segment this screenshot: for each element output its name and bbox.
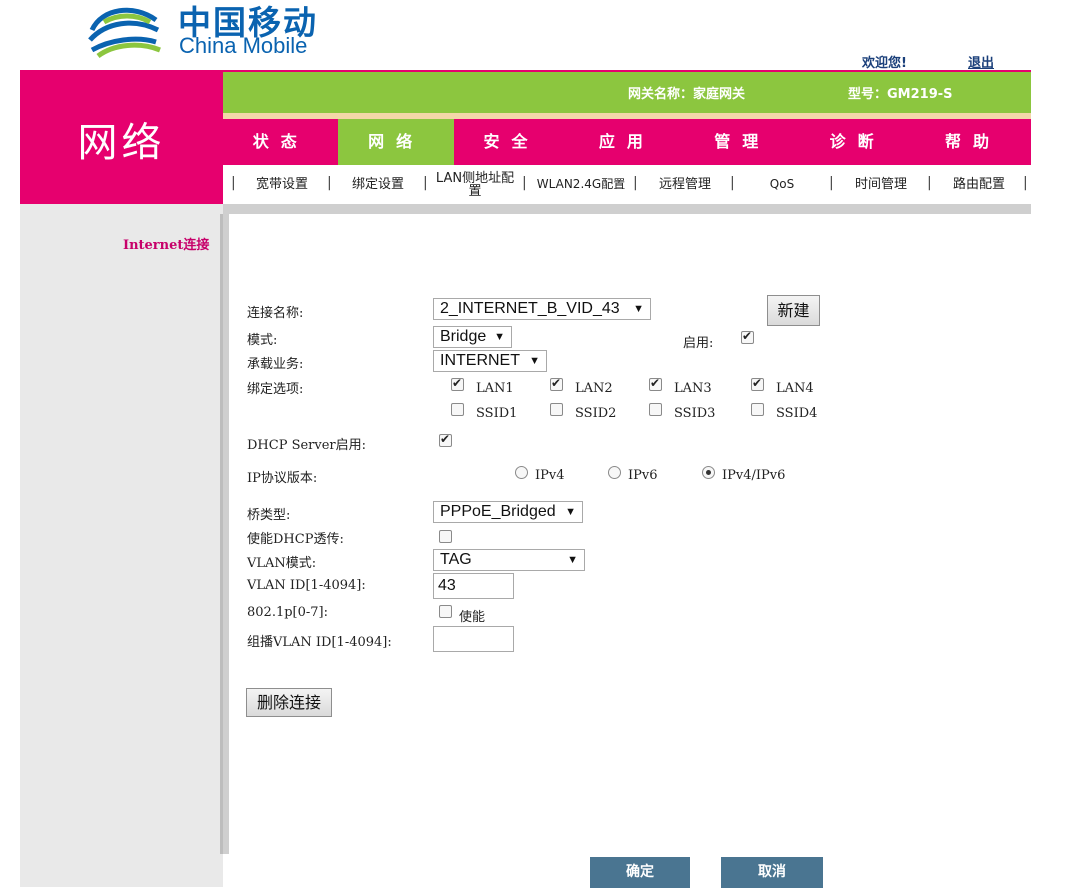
p8021-checkbox[interactable] [439,605,452,618]
subnav-remote[interactable]: 远程管理 [645,165,725,204]
bind-lan2-checkbox[interactable] [550,376,563,391]
service-select[interactable]: INTERNET ▼ [433,350,547,372]
mode-select[interactable]: Bridge ▼ [433,326,512,348]
sub-nav-separator: | [522,175,527,191]
tab-help[interactable]: 帮助 [915,119,1030,165]
bind-ssid4-label: SSID4 [776,406,818,421]
ipv4-ipv6-radio[interactable] [702,466,715,479]
dhcp-passthrough-label: 使能DHCP透传: [247,532,344,547]
dhcp-checkbox[interactable] [439,432,452,447]
dhcp-passthrough-checkbox[interactable] [439,530,452,543]
bind-ssid3-label: SSID3 [674,406,716,421]
ipv6-label: IPv6 [628,468,658,483]
tab-security[interactable]: 安全 [454,119,569,165]
subnav-lan-address[interactable]: LAN侧地址配置 [431,165,519,204]
subnav-time[interactable]: 时间管理 [841,165,921,204]
enable-label: 启用: [683,336,714,351]
bind-lan4-checkbox[interactable] [751,376,764,391]
vlan-mode-label: VLAN模式: [247,556,317,571]
bind-lan1-label: LAN1 [476,381,514,396]
bind-label: 绑定选项: [247,382,304,397]
cancel-button[interactable]: 取消 [721,857,823,888]
sub-nav-separator: | [927,175,932,191]
bind-ssid3-checkbox[interactable] [649,403,662,416]
mode-value: Bridge [440,328,487,345]
gateway-name: 网关名称：家庭网关 [628,87,746,102]
ipv4-label: IPv4 [535,468,565,483]
sub-nav-separator: | [231,175,236,191]
bridge-type-value: PPPoE_Bridged [440,503,556,520]
enable-checkbox[interactable] [741,329,754,344]
mcast-vlan-input[interactable] [433,626,514,652]
ip-version-label: IP协议版本: [247,471,318,486]
chevron-down-icon: ▼ [633,303,644,315]
conn-name-select[interactable]: 2_INTERNET_B_VID_43 ▼ [433,298,651,320]
tab-application[interactable]: 应用 [569,119,684,165]
conn-name-value: 2_INTERNET_B_VID_43 [440,300,620,317]
subnav-qos[interactable]: QoS [743,165,821,204]
vlan-id-input[interactable]: 43 [433,573,514,599]
subnav-broadband[interactable]: 宽带设置 [243,165,321,204]
ipv6-radio[interactable] [608,466,621,479]
chevron-down-icon: ▼ [529,355,540,367]
tab-management[interactable]: 管理 [685,119,800,165]
conn-name-label: 连接名称: [247,306,304,321]
china-mobile-logo-icon [88,7,161,59]
section-title: 网络 [77,120,166,166]
bridge-type-select[interactable]: PPPoE_Bridged ▼ [433,501,583,523]
ok-button[interactable]: 确定 [590,857,690,888]
tab-network[interactable]: 网络 [338,119,454,165]
bind-ssid1-checkbox[interactable] [451,403,464,416]
welcome-text: 欢迎您! [862,56,907,71]
bind-ssid2-checkbox[interactable] [550,403,563,416]
ipv4-radio[interactable] [515,466,528,479]
sidebar-item-internet[interactable]: Internet连接 [123,234,209,253]
delete-connection-button[interactable]: 删除连接 [246,688,332,717]
content-left-border-inner [223,214,229,854]
tab-status[interactable]: 状态 [223,119,338,165]
bind-lan4-label: LAN4 [776,381,814,396]
gateway-model: 型号：GM219-S [848,87,953,102]
dhcp-label: DHCP Server启用: [247,438,367,453]
chevron-down-icon: ▼ [565,506,576,518]
sub-nav-separator: | [327,175,332,191]
bind-lan2-label: LAN2 [575,381,613,396]
sub-nav: | 宽带设置 | 绑定设置 | LAN侧地址配置 | WLAN2.4G配置 | … [223,165,1031,204]
subnav-route[interactable]: 路由配置 [939,165,1019,204]
service-value: INTERNET [440,352,520,369]
mode-label: 模式: [247,333,278,348]
logout-link[interactable]: 退出 [968,52,994,71]
vlan-mode-select[interactable]: TAG ▼ [433,549,585,571]
bridge-type-label: 桥类型: [247,508,291,523]
sub-nav-separator: | [423,175,428,191]
sub-nav-separator: | [1023,175,1028,191]
bind-lan3-label: LAN3 [674,381,712,396]
new-button[interactable]: 新建 [767,295,820,326]
ipv4-ipv6-label: IPv4/IPv6 [722,468,786,483]
mcast-vlan-label: 组播VLAN ID[1-4094]: [247,635,392,650]
subnav-binding[interactable]: 绑定设置 [339,165,417,204]
logo-english-text: China Mobile [179,33,308,58]
vlan-id-label: VLAN ID[1-4094]: [247,578,366,593]
chevron-down-icon: ▼ [567,554,578,566]
tab-diagnosis[interactable]: 诊断 [800,119,915,165]
bind-ssid2-label: SSID2 [575,406,617,421]
service-label: 承载业务: [247,357,304,372]
sub-nav-separator: | [730,175,735,191]
sidebar [20,204,223,887]
bind-ssid4-checkbox[interactable] [751,403,764,416]
sub-nav-separator: | [829,175,834,191]
content-top-border [223,204,1031,214]
bind-ssid1-label: SSID1 [476,406,518,421]
p8021-enable-label: 使能 [459,610,486,625]
bind-lan3-checkbox[interactable] [649,376,662,391]
p8021-label: 802.1p[0-7]: [247,605,328,620]
chevron-down-icon: ▼ [494,331,505,343]
main-nav: 状态 网络 安全 应用 管理 诊断 帮助 [223,119,1031,165]
sub-nav-separator: | [633,175,638,191]
vlan-mode-value: TAG [440,551,472,568]
subnav-wlan[interactable]: WLAN2.4G配置 [533,165,629,204]
bind-lan1-checkbox[interactable] [451,376,464,391]
